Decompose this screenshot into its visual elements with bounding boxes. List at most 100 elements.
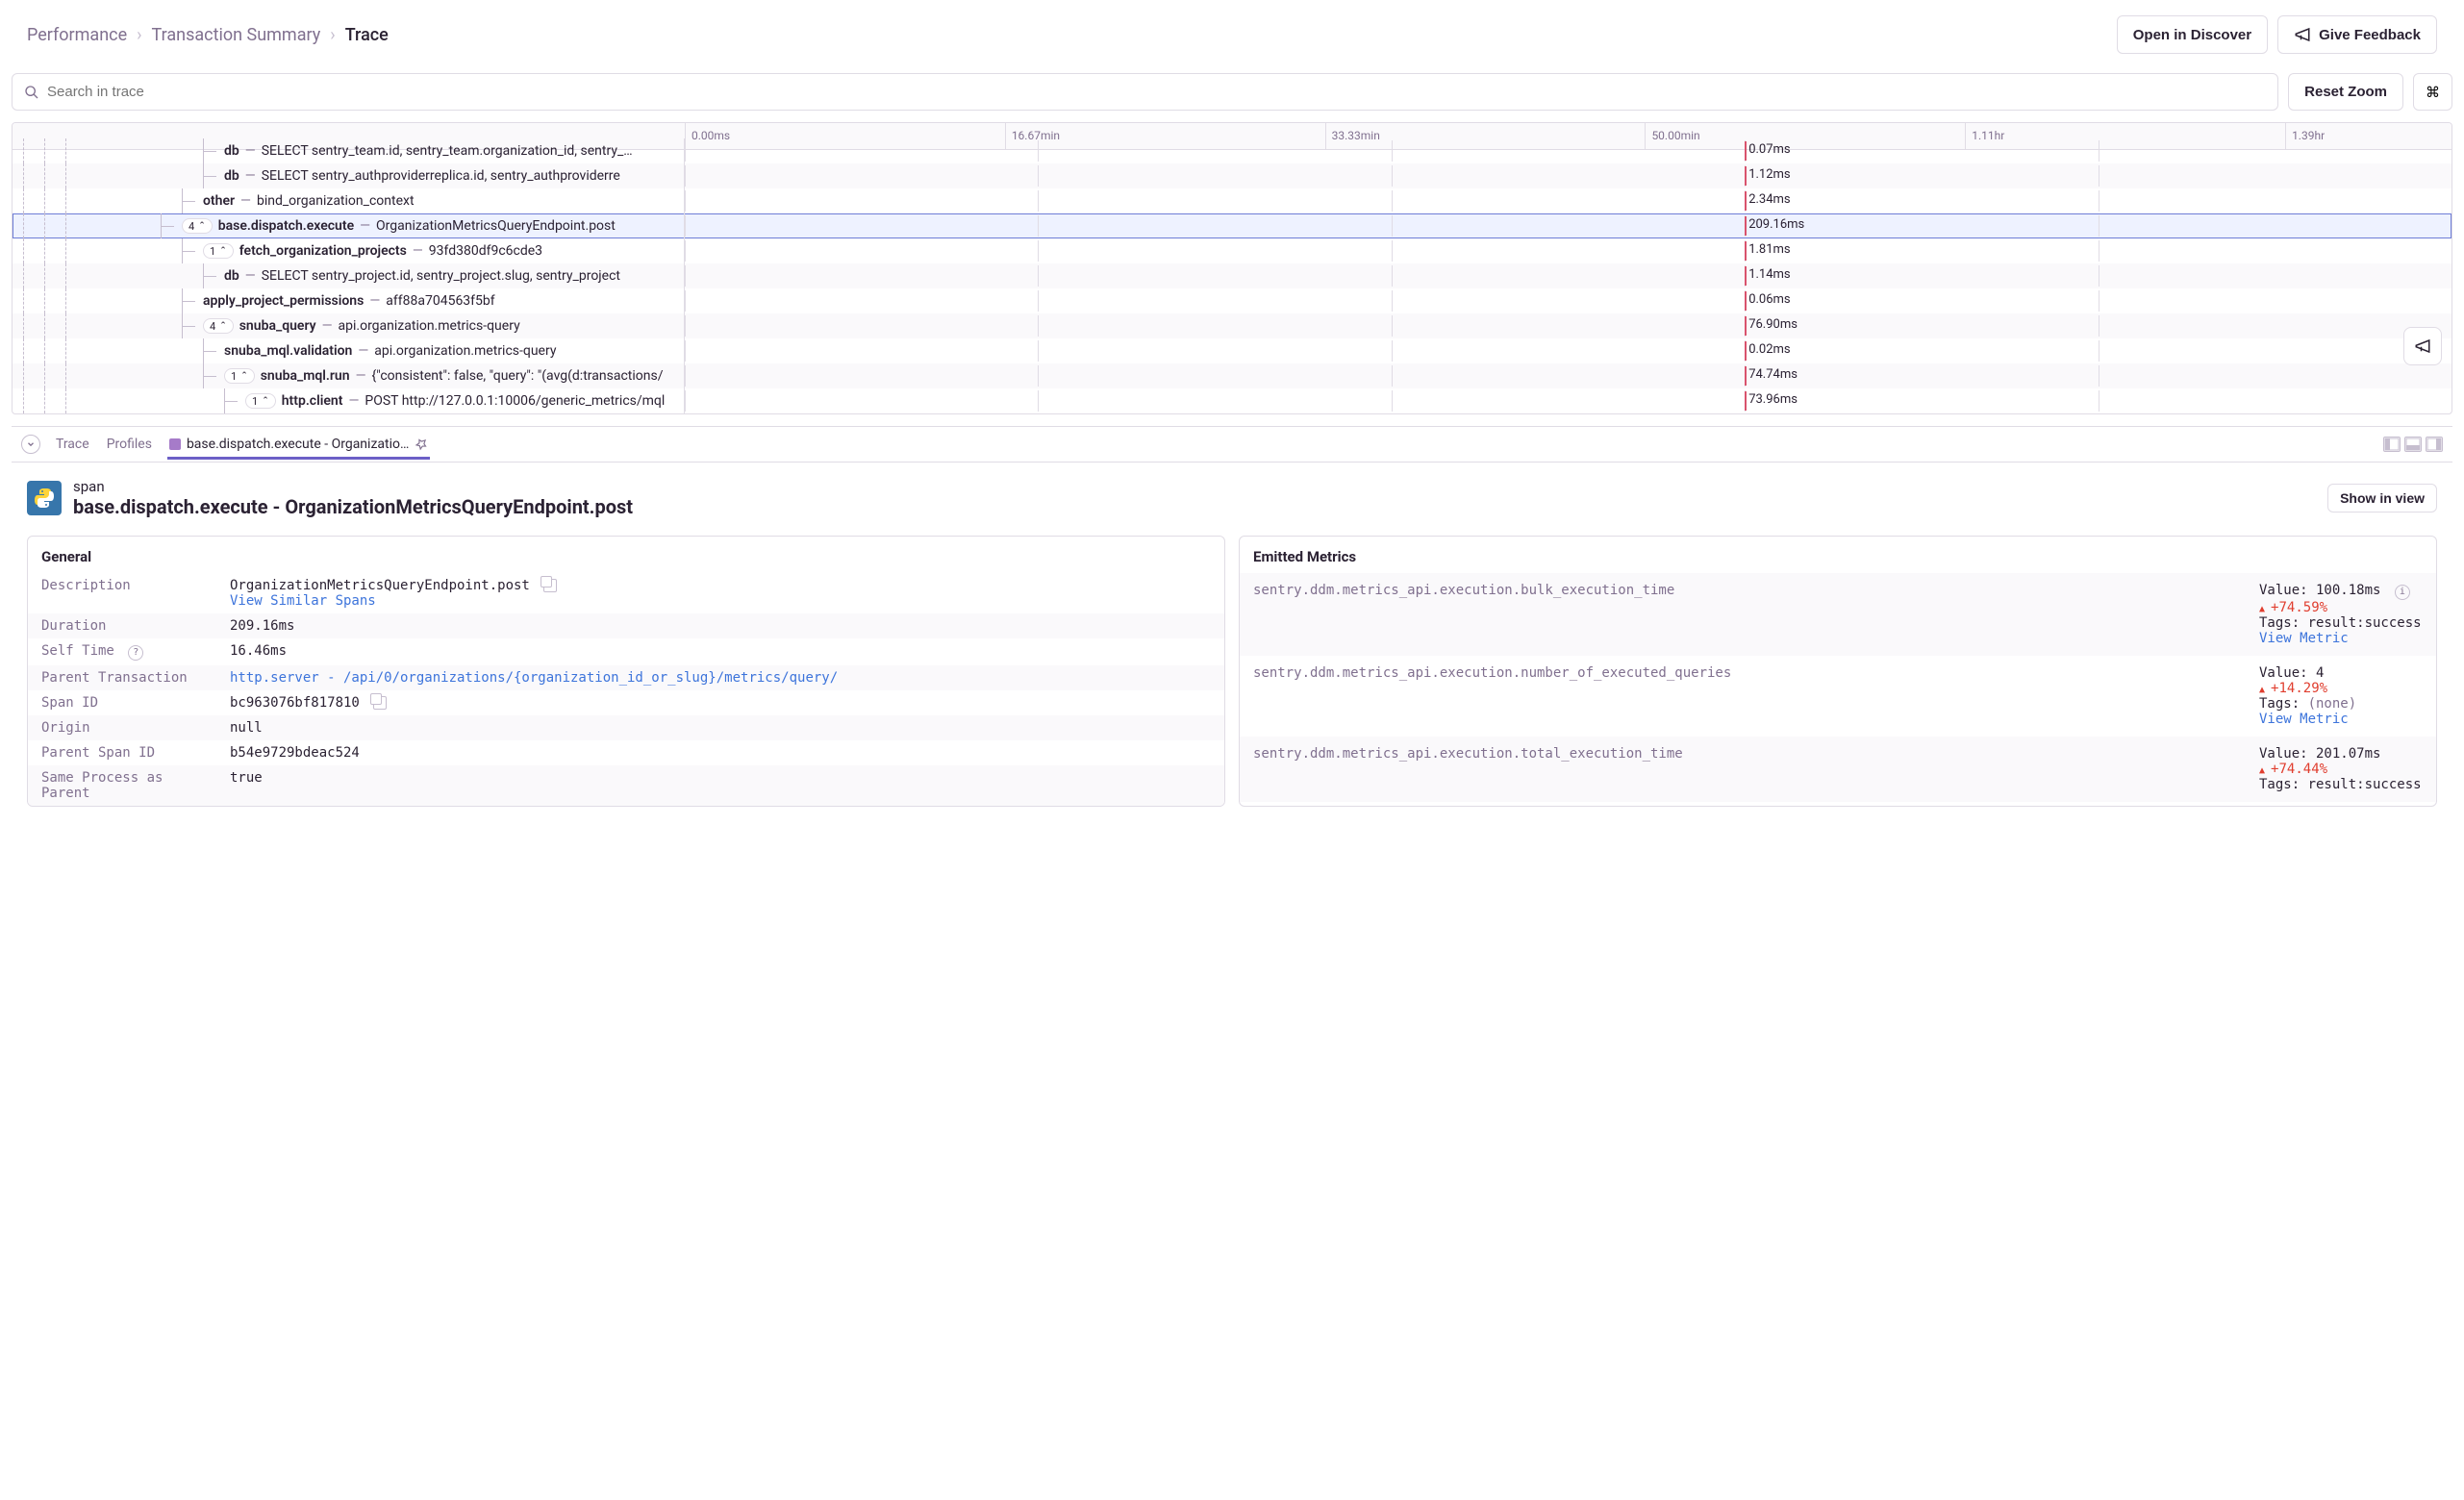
chevron-up-icon: ⌃ xyxy=(240,371,248,381)
layout-right-button[interactable] xyxy=(2426,437,2443,452)
info-icon[interactable]: ? xyxy=(128,645,143,661)
span-row[interactable]: snuba_mql.validation—api.organization.me… xyxy=(13,338,2451,363)
view-metric-link[interactable]: View Metric xyxy=(2259,631,2349,646)
expand-toggle[interactable]: 4 ⌃ xyxy=(182,218,213,234)
floating-feedback-button[interactable] xyxy=(2403,327,2442,365)
span-bar xyxy=(1745,266,1747,286)
span-op: db xyxy=(224,268,239,284)
span-bar xyxy=(1745,366,1747,386)
chevron-down-icon xyxy=(26,439,36,449)
show-in-view-button[interactable]: Show in view xyxy=(2327,484,2437,512)
copy-icon[interactable] xyxy=(543,579,557,592)
span-description: SELECT sentry_project.id, sentry_project… xyxy=(262,268,620,284)
search-input[interactable] xyxy=(47,84,2266,100)
panel-left-icon xyxy=(2384,438,2400,451)
view-metric-link[interactable]: View Metric xyxy=(2259,712,2349,727)
chevron-up-icon: ⌃ xyxy=(219,246,227,256)
tab-span-detail[interactable]: base.dispatch.execute - Organizatio… xyxy=(167,429,430,460)
expand-toggle[interactable]: 1 ⌃ xyxy=(203,243,234,259)
span-description: SELECT sentry_authproviderreplica.id, se… xyxy=(262,168,620,184)
layout-bottom-button[interactable] xyxy=(2404,437,2422,452)
keyboard-shortcut-button[interactable]: ⌘ xyxy=(2413,73,2452,111)
expand-toggle[interactable]: 1 ⌃ xyxy=(245,393,276,409)
chevron-up-icon: ⌃ xyxy=(262,396,269,406)
emitted-metrics-title: Emitted Metrics xyxy=(1240,537,2436,573)
metric-name: sentry.ddm.metrics_api.execution.number_… xyxy=(1253,665,2246,727)
span-row[interactable]: db—SELECT sentry_project.id, sentry_proj… xyxy=(13,263,2451,288)
span-description: api.organization.metrics-query xyxy=(374,343,556,359)
view-similar-spans-link[interactable]: View Similar Spans xyxy=(230,593,376,609)
metric-name: sentry.ddm.metrics_api.execution.bulk_ex… xyxy=(1253,583,2246,646)
span-row[interactable]: 1 ⌃fetch_organization_projects—93fd380df… xyxy=(13,238,2451,263)
info-icon[interactable]: i xyxy=(2395,585,2410,600)
self-time-label: Self Time ? xyxy=(41,643,214,661)
breadcrumb-performance[interactable]: Performance xyxy=(27,25,127,45)
span-description: {"consistent": false, "query": "(avg(d:t… xyxy=(372,368,664,384)
span-row[interactable]: apply_project_permissions—aff88a704563f5… xyxy=(13,288,2451,313)
megaphone-icon xyxy=(2414,338,2431,355)
span-description: bind_organization_context xyxy=(257,193,415,209)
span-duration: 76.90ms xyxy=(1748,317,1798,332)
span-id-value: bc963076bf817810 xyxy=(230,695,360,711)
breadcrumb-current: Trace xyxy=(345,25,389,45)
panel-right-icon xyxy=(2426,438,2442,451)
metric-row: sentry.ddm.metrics_api.execution.total_e… xyxy=(1240,737,2436,802)
span-id-label: Span ID xyxy=(41,695,214,711)
general-panel: General Description OrganizationMetricsQ… xyxy=(27,536,1225,807)
metric-delta: +14.29% xyxy=(2259,681,2327,696)
span-row[interactable]: db—SELECT sentry_authproviderreplica.id,… xyxy=(13,163,2451,188)
span-duration: 209.16ms xyxy=(1748,217,1804,232)
span-bar xyxy=(1745,391,1747,411)
span-row[interactable]: 1 ⌃snuba_mql.run—{"consistent": false, "… xyxy=(13,363,2451,388)
chevron-right-icon: › xyxy=(330,25,335,45)
metric-tags-label: Tags: xyxy=(2259,696,2308,712)
span-row[interactable]: other—bind_organization_context2.34ms xyxy=(13,188,2451,213)
span-bar xyxy=(1745,166,1747,186)
breadcrumb-transaction-summary[interactable]: Transaction Summary xyxy=(152,25,321,45)
same-process-value: true xyxy=(230,770,1211,801)
origin-value: null xyxy=(230,720,1211,736)
reset-zoom-button[interactable]: Reset Zoom xyxy=(2288,73,2403,111)
span-op: other xyxy=(203,193,235,209)
breadcrumb: Performance › Transaction Summary › Trac… xyxy=(27,25,389,45)
span-bar xyxy=(1745,341,1747,361)
expand-toggle[interactable]: 1 ⌃ xyxy=(224,368,255,384)
tab-trace[interactable]: Trace xyxy=(54,429,91,460)
give-feedback-button[interactable]: Give Feedback xyxy=(2277,15,2437,54)
span-row[interactable]: db—SELECT sentry_team.id, sentry_team.or… xyxy=(13,138,2451,163)
span-bar xyxy=(1745,241,1747,261)
span-row[interactable]: 1 ⌃http.client—POST http://127.0.0.1:100… xyxy=(13,388,2451,413)
span-title: base.dispatch.execute - OrganizationMetr… xyxy=(73,495,633,518)
parent-span-id-value: b54e9729bdeac524 xyxy=(230,745,1211,761)
span-op: snuba_query xyxy=(239,318,316,334)
layout-left-button[interactable] xyxy=(2383,437,2401,452)
chevron-up-icon: ⌃ xyxy=(219,321,227,331)
description-value: OrganizationMetricsQueryEndpoint.post xyxy=(230,578,530,593)
same-process-label: Same Process as Parent xyxy=(41,770,214,801)
pin-icon[interactable] xyxy=(415,438,428,451)
span-duration: 0.02ms xyxy=(1748,342,1790,357)
span-duration: 74.74ms xyxy=(1748,367,1798,382)
copy-icon[interactable] xyxy=(373,696,387,710)
span-duration: 73.96ms xyxy=(1748,392,1798,407)
expand-toggle[interactable]: 4 ⌃ xyxy=(203,318,234,334)
span-bar xyxy=(1745,316,1747,336)
span-duration: 0.07ms xyxy=(1748,142,1790,157)
metric-row: sentry.ddm.metrics_api.execution.bulk_ex… xyxy=(1240,573,2436,656)
span-duration: 0.06ms xyxy=(1748,292,1790,307)
collapse-panel-button[interactable] xyxy=(21,435,40,454)
span-row[interactable]: 4 ⌃snuba_query—api.organization.metrics-… xyxy=(13,313,2451,338)
metric-delta: +74.59% xyxy=(2259,600,2327,615)
span-row[interactable]: 4 ⌃base.dispatch.execute—OrganizationMet… xyxy=(13,213,2451,238)
metric-tags-label: Tags: xyxy=(2259,777,2308,792)
open-in-discover-button[interactable]: Open in Discover xyxy=(2117,15,2268,54)
search-input-wrap[interactable] xyxy=(12,73,2278,111)
metric-value-label: Value: 4 xyxy=(2259,665,2324,681)
origin-label: Origin xyxy=(41,720,214,736)
span-duration: 2.34ms xyxy=(1748,192,1790,207)
parent-transaction-link[interactable]: http.server - /api/0/organizations/{orga… xyxy=(230,670,1211,686)
span-duration: 1.14ms xyxy=(1748,267,1790,282)
metric-row: sentry.ddm.metrics_api.execution.number_… xyxy=(1240,656,2436,737)
span-duration: 1.12ms xyxy=(1748,167,1790,182)
tab-profiles[interactable]: Profiles xyxy=(105,429,154,460)
